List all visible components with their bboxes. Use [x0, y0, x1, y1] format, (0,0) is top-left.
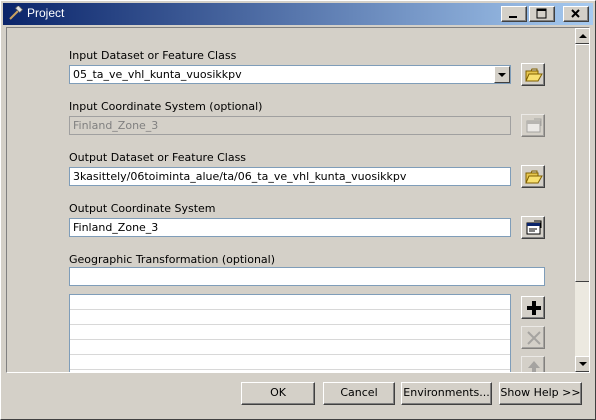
input-dataset-label: Input Dataset or Feature Class	[69, 49, 237, 62]
maximize-icon	[536, 8, 547, 19]
list-item[interactable]	[70, 355, 510, 370]
output-cs-field[interactable]: Finland_Zone_3	[69, 218, 511, 237]
scroll-up-button[interactable]	[575, 28, 589, 44]
list-item[interactable]	[70, 295, 510, 310]
list-item[interactable]	[70, 370, 510, 372]
environments-button[interactable]: Environments...	[401, 382, 492, 405]
chevron-down-icon	[498, 73, 506, 77]
output-cs-label: Output Coordinate System	[69, 202, 216, 215]
open-folder-icon	[525, 170, 543, 184]
vertical-scrollbar[interactable]	[575, 28, 589, 372]
list-item[interactable]	[70, 325, 510, 340]
geo-transform-field[interactable]	[69, 267, 545, 286]
arrow-up-icon	[528, 361, 540, 372]
close-icon	[571, 9, 580, 18]
scroll-up-icon	[579, 34, 587, 38]
browse-output-button[interactable]	[521, 165, 545, 188]
add-transformation-button[interactable]	[521, 296, 545, 319]
parameters-scroll-area: Input Dataset or Feature Class 05_ta_ve_…	[7, 28, 573, 372]
list-item[interactable]	[70, 310, 510, 325]
scroll-down-button[interactable]	[575, 356, 589, 372]
remove-x-icon	[527, 331, 541, 345]
properties-icon	[526, 220, 542, 235]
input-cs-label: Input Coordinate System (optional)	[69, 100, 263, 113]
list-item[interactable]	[70, 340, 510, 355]
output-dataset-label: Output Dataset or Feature Class	[69, 151, 247, 164]
scroll-thumb[interactable]	[575, 44, 589, 282]
output-cs-value: Finland_Zone_3	[73, 221, 159, 234]
ok-button[interactable]: OK	[241, 382, 315, 405]
geo-transform-list[interactable]	[69, 294, 511, 372]
close-button[interactable]	[563, 6, 589, 22]
hammer-icon	[9, 6, 23, 20]
geo-transform-label: Geographic Transformation (optional)	[69, 253, 276, 266]
input-cs-field: Finland_Zone_3	[69, 116, 511, 135]
remove-transformation-button	[521, 326, 545, 349]
minimize-button[interactable]	[501, 6, 527, 22]
properties-icon	[526, 118, 542, 133]
plus-icon	[527, 301, 541, 315]
window-title: Project	[27, 6, 65, 20]
project-dialog: Project Input Dataset or Feature Class 0…	[0, 0, 596, 420]
browse-input-button[interactable]	[521, 63, 545, 86]
output-dataset-field[interactable]: 3kasittely/06toiminta_alue/ta/06_ta_ve_v…	[69, 167, 511, 186]
input-cs-properties-button	[521, 114, 545, 137]
output-cs-properties-button[interactable]	[521, 216, 545, 239]
input-dataset-combobox[interactable]: 05_ta_ve_vhl_kunta_vuosikkpv	[69, 65, 511, 84]
open-folder-icon	[525, 68, 543, 82]
input-cs-value: Finland_Zone_3	[73, 119, 159, 132]
title-bar[interactable]: Project	[3, 3, 593, 25]
minimize-icon	[509, 16, 517, 18]
scroll-down-icon	[579, 362, 587, 366]
show-help-button[interactable]: Show Help >>	[499, 382, 582, 405]
parameters-pane: Input Dataset or Feature Class 05_ta_ve_…	[6, 27, 590, 373]
input-dataset-value: 05_ta_ve_vhl_kunta_vuosikkpv	[73, 68, 242, 81]
maximize-button[interactable]	[529, 6, 555, 22]
move-up-button	[521, 356, 545, 372]
cancel-button[interactable]: Cancel	[323, 382, 395, 405]
output-dataset-value: 3kasittely/06toiminta_alue/ta/06_ta_ve_v…	[73, 170, 407, 183]
input-dataset-dropdown-button[interactable]	[494, 66, 510, 83]
